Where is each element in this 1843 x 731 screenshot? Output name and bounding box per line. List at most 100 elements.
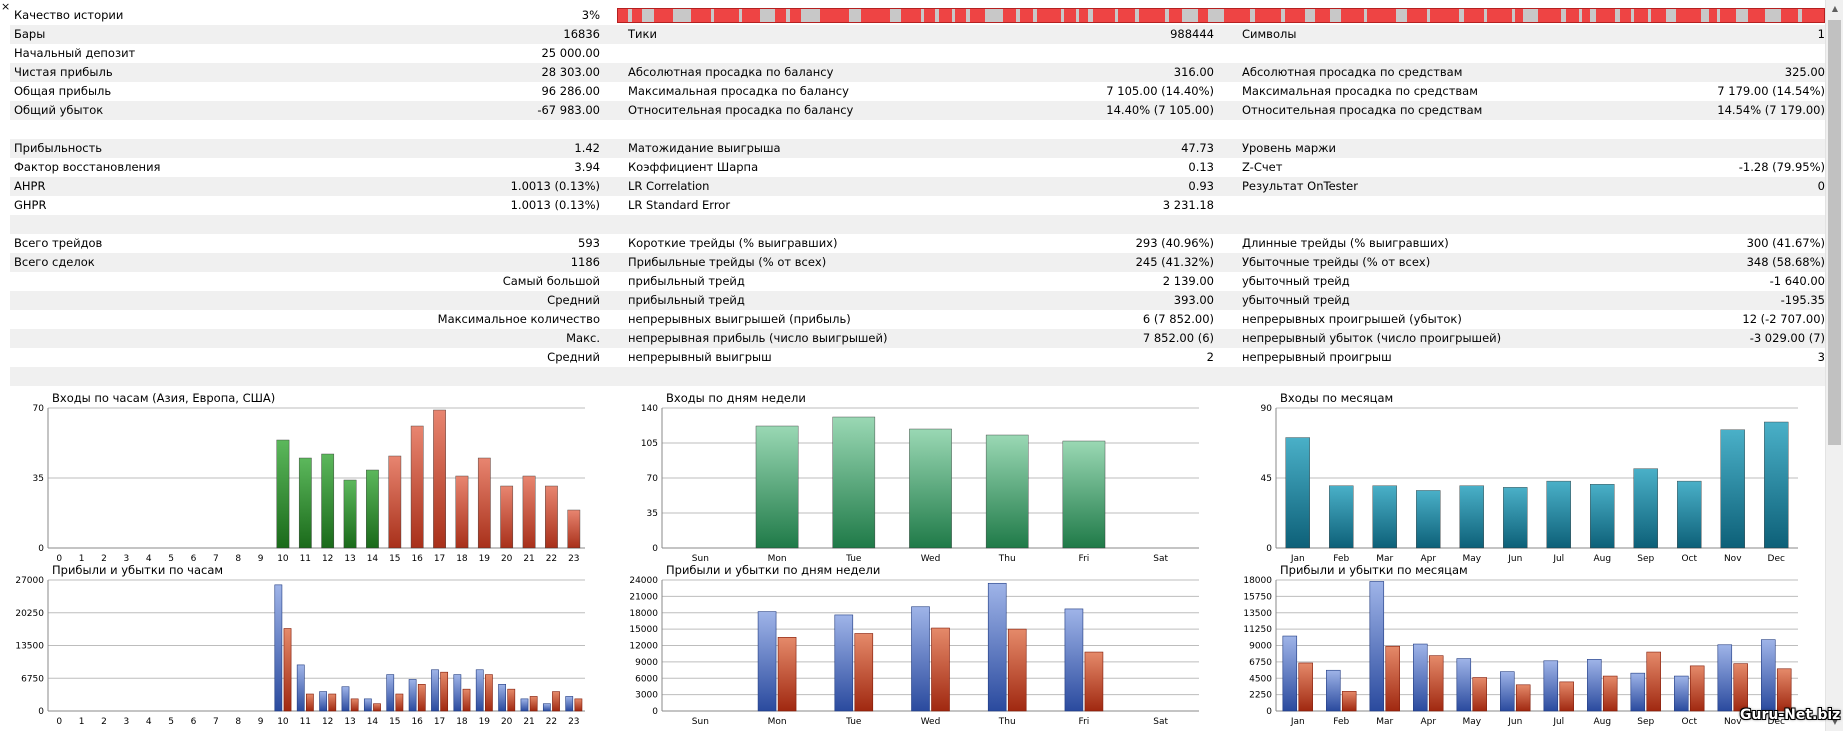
x-tick-label: Wed	[921, 717, 941, 727]
quality-gap	[1648, 9, 1651, 22]
loss-bar	[1385, 645, 1400, 712]
stat-value: 3	[1817, 350, 1825, 364]
x-tick-label: 6	[191, 717, 197, 727]
y-tick-label: 9000	[635, 658, 658, 668]
x-tick-label: 16	[411, 717, 423, 727]
profit-bar	[453, 674, 462, 712]
quality-gap	[1016, 9, 1020, 22]
stat-label: Матожидание выигрыша	[628, 141, 781, 155]
profit-bar	[1064, 608, 1084, 712]
x-tick-label: Mar	[1376, 717, 1393, 727]
y-tick-label: 0	[38, 544, 44, 554]
quality-gap	[673, 9, 691, 22]
quality-gap	[1561, 9, 1566, 22]
stat-value: 2	[1206, 350, 1214, 364]
entry-bar	[1285, 437, 1310, 549]
profit-bar	[1326, 669, 1341, 712]
loss-bar	[507, 688, 516, 712]
stats-row: Всего сделок 1186 Прибыльные трейды (% от …	[10, 253, 1825, 272]
loss-bar	[1515, 684, 1531, 712]
entry-bar	[567, 509, 581, 549]
loss-bar	[1602, 675, 1618, 712]
loss-bar	[306, 693, 314, 712]
stat-value: 348 (58.68%)	[1746, 255, 1825, 269]
quality-gap	[1250, 9, 1255, 22]
quality-gap	[642, 9, 654, 22]
profit-bar	[1717, 644, 1733, 712]
x-tick-label: 19	[479, 717, 491, 727]
scroll-thumb[interactable]	[1828, 20, 1841, 445]
stat-label: непрерывная прибыль (число выигрышей)	[628, 331, 888, 345]
quality-gap	[1396, 9, 1407, 22]
profit-bar	[296, 664, 305, 712]
stat-value: 325.00	[1784, 65, 1825, 79]
entry-bar	[1764, 421, 1789, 549]
x-tick-label: Thu	[998, 717, 1016, 727]
chart-title: Входы по часам (Азия, Европа, США)	[52, 391, 275, 405]
quality-gap	[1330, 9, 1341, 22]
stats-row: Качество истории 3%	[10, 6, 1825, 25]
stat-value: 14.40% (7 105.00)	[1106, 103, 1214, 117]
quality-gap	[935, 9, 939, 22]
stat-label: Всего трейдов	[14, 236, 103, 250]
stats-row	[10, 215, 1825, 234]
profit-bar	[1369, 581, 1385, 712]
scroll-up-icon[interactable]: ▲	[1826, 0, 1843, 18]
entry-bar	[1503, 487, 1528, 549]
quality-gap	[1798, 9, 1802, 22]
y-tick-label: 140	[641, 404, 658, 414]
stat-label: Результат OnTester	[1242, 179, 1358, 193]
profit-bar	[757, 611, 777, 712]
loss-bar	[373, 703, 381, 712]
quality-gap	[1305, 9, 1315, 22]
x-tick-label: 0	[56, 717, 62, 727]
entry-bar	[388, 455, 402, 549]
stat-value: -3 029.00 (7)	[1749, 331, 1825, 345]
chart-title: Прибыли и убытки по дням недели	[666, 563, 880, 577]
stat-value: Макс.	[566, 331, 600, 345]
quality-gap	[849, 9, 861, 22]
y-tick-label: 27000	[15, 576, 44, 586]
entry-bar	[1720, 429, 1745, 549]
x-tick-label: 10	[277, 717, 289, 727]
quality-gap	[1427, 9, 1430, 22]
profit-bar	[542, 703, 551, 712]
stat-label: AHPR	[14, 179, 46, 193]
quality-gap	[628, 9, 632, 22]
entry-bar	[321, 453, 335, 549]
entry-bar	[1546, 480, 1571, 549]
stat-value: 245 (41.32%)	[1135, 255, 1214, 269]
stat-label: непрерывный проигрыш	[1242, 350, 1392, 364]
stat-value: Максимальное количество	[437, 312, 600, 326]
stat-value: 293 (40.96%)	[1135, 236, 1214, 250]
watermark: Guru-Net.biz	[1740, 707, 1841, 723]
stat-label: убыточный трейд	[1242, 274, 1350, 288]
stat-value: 0.93	[1188, 179, 1214, 193]
close-icon[interactable]: ×	[1, 0, 10, 13]
stat-label: Убыточные трейды (% от всех)	[1242, 255, 1431, 269]
stats-row: Прибыльность 1.42 Матожидание выигрыша 47.7…	[10, 139, 1825, 158]
profit-bar	[565, 696, 574, 712]
stat-value: 300 (41.67%)	[1746, 236, 1825, 250]
x-tick-label: Apr	[1420, 717, 1436, 727]
stat-label: Общая прибыль	[14, 84, 112, 98]
chart-title: Прибыли и убытки по месяцам	[1280, 563, 1468, 577]
y-tick-label: 70	[33, 404, 45, 414]
y-tick-label: 4500	[1249, 674, 1272, 684]
stat-value: 2 139.00	[1162, 274, 1214, 288]
x-tick-label: 20	[501, 717, 513, 727]
chart-entries-by-month: Входы по месяцам04590Jan Feb Mar Apr May Jun J…	[1261, 391, 1798, 564]
profit-bar	[834, 614, 854, 712]
stat-label: Всего сделок	[14, 255, 95, 269]
quality-gap	[1208, 9, 1224, 22]
chart-pl-by-hour: Прибыли и убытки по часам067501350020250…	[15, 563, 585, 727]
quality-gap	[1631, 9, 1634, 22]
stat-label: непрерывных выигрышей (прибыль)	[628, 312, 851, 326]
entry-bar	[985, 434, 1029, 549]
x-tick-label: 8	[235, 717, 241, 727]
y-tick-label: 15000	[629, 625, 658, 635]
quality-gap	[1590, 9, 1596, 22]
entry-bar	[276, 439, 290, 549]
vertical-scrollbar[interactable]: ▲ ▼	[1825, 0, 1843, 731]
stat-label: непрерывный выигрыш	[628, 350, 772, 364]
